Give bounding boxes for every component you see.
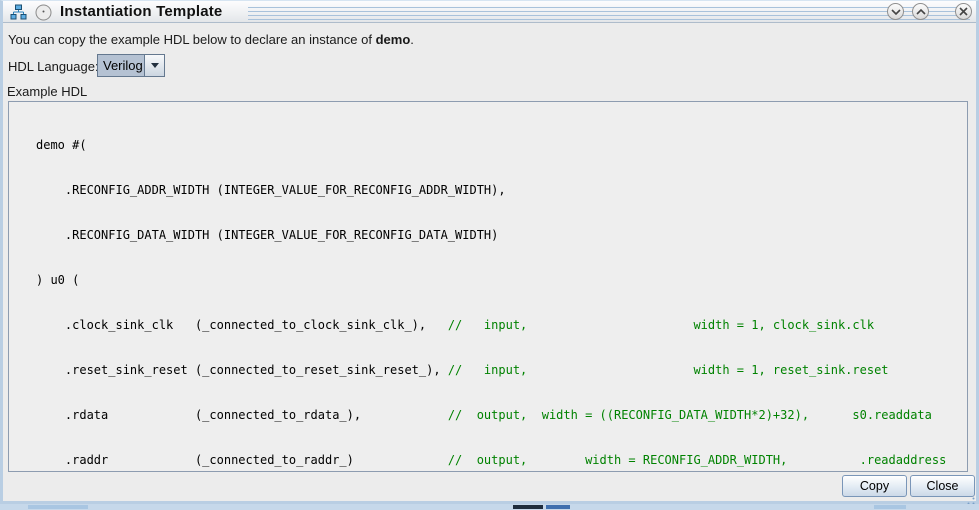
code-line: .reset_sink_reset (_connected_to_reset_s… (36, 363, 889, 377)
titlebar-stripes (248, 7, 970, 20)
button-row: Copy Close (3, 473, 976, 499)
hdl-language-dropdown-button[interactable] (144, 55, 164, 76)
qsys-hierarchy-icon (10, 4, 27, 20)
code-line: ) u0 ( (36, 273, 80, 287)
copy-button[interactable]: Copy (842, 475, 907, 497)
background-window-fragment (874, 505, 906, 509)
close-icon (959, 7, 968, 16)
dialog-content: You can copy the example HDL below to de… (3, 24, 976, 501)
background-window-fragment (28, 505, 88, 509)
example-hdl-label: Example HDL (7, 84, 88, 99)
intro-after: . (410, 32, 414, 47)
code-line: .RECONFIG_DATA_WIDTH (INTEGER_VALUE_FOR_… (36, 228, 499, 242)
resize-grip[interactable] (967, 492, 975, 505)
shade-button[interactable] (887, 3, 904, 20)
intro-before: You can copy the example HDL below to de… (8, 32, 376, 47)
hdl-language-value: Verilog (103, 58, 143, 73)
close-window-button[interactable] (955, 3, 972, 20)
background-window-fragment (546, 505, 570, 509)
code-line: demo #( (36, 138, 87, 152)
titlebar[interactable]: Instantiation Template (3, 1, 976, 23)
chevron-down-icon (890, 8, 901, 15)
example-hdl-code-area[interactable]: demo #( .RECONFIG_ADDR_WIDTH (INTEGER_VA… (8, 101, 968, 472)
dropdown-arrow-icon (150, 63, 159, 68)
unshade-button[interactable] (912, 3, 929, 20)
hdl-language-select[interactable]: Verilog (97, 54, 165, 77)
circle-icon (35, 4, 52, 21)
code-line: .clock_sink_clk (_connected_to_clock_sin… (36, 318, 875, 332)
background-window-sliver (0, 504, 979, 510)
instantiation-template-dialog: Instantiation Template You can copy the … (0, 0, 979, 505)
chevron-up-icon (915, 8, 926, 15)
window-title: Instantiation Template (60, 3, 223, 20)
hdl-language-label: HDL Language: (8, 59, 99, 74)
hdl-code: demo #( .RECONFIG_ADDR_WIDTH (INTEGER_VA… (9, 102, 967, 471)
close-button[interactable]: Close (910, 475, 975, 497)
code-line: .raddr (_connected_to_raddr_) // output,… (36, 453, 947, 467)
code-line: .rdata (_connected_to_rdata_), // output… (36, 408, 932, 422)
instance-name: demo (375, 32, 411, 47)
background-window-fragment (513, 505, 543, 509)
code-line: .RECONFIG_ADDR_WIDTH (INTEGER_VALUE_FOR_… (36, 183, 506, 197)
intro-text: You can copy the example HDL below to de… (8, 32, 414, 47)
